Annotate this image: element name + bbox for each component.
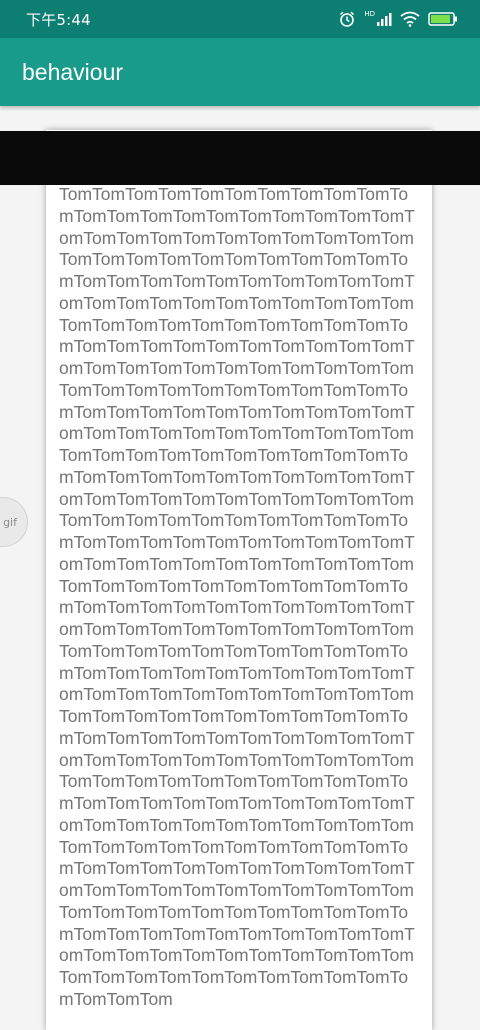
app-title: behaviour — [22, 58, 124, 85]
content-text: TomTomTomTomTomTomTomTomTomTomTomTomTomT… — [59, 184, 415, 1009]
battery-icon — [428, 11, 458, 27]
hd-label: HD — [364, 10, 375, 18]
header-overlay-band — [0, 131, 480, 185]
status-bar: 下午5:44 HD — [0, 0, 480, 38]
app-bar: behaviour — [0, 38, 480, 106]
gif-label: gif — [3, 515, 17, 529]
status-icons: HD — [338, 10, 458, 28]
alarm-icon — [338, 10, 356, 28]
wifi-icon — [400, 11, 420, 27]
hd-signal-icon: HD — [364, 11, 392, 27]
status-time: 下午5:44 — [26, 10, 91, 29]
gif-badge[interactable]: gif — [0, 497, 28, 547]
content-card: TomTomTomTomTomTomTomTomTomTomTomTomTomT… — [46, 130, 432, 1030]
